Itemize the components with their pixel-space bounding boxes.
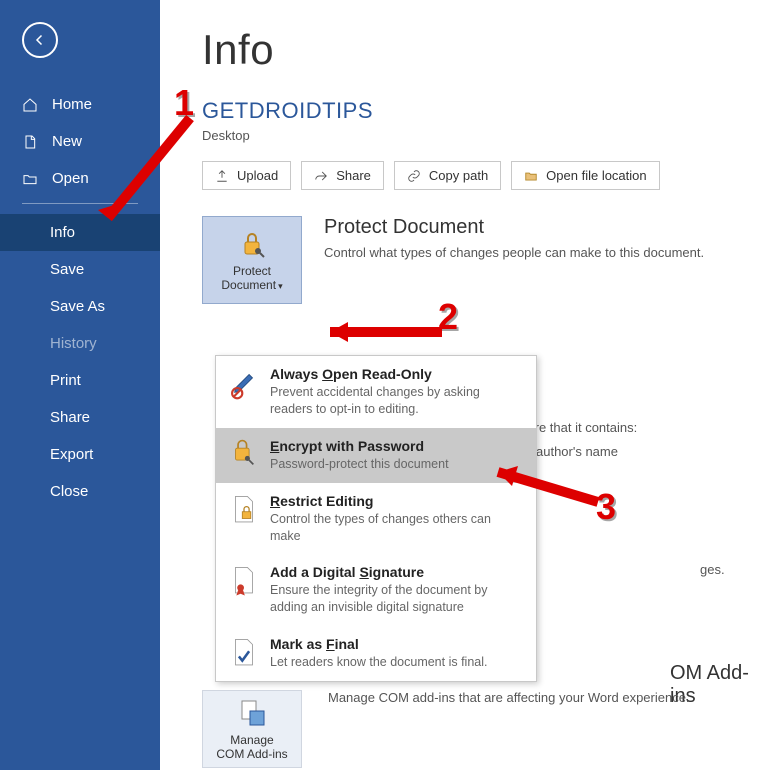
sidebar-item-print[interactable]: Print (0, 362, 160, 399)
sidebar-item-close[interactable]: Close (0, 473, 160, 510)
home-icon (22, 97, 38, 113)
manage-addins-section: ManageCOM Add-ins (202, 690, 302, 768)
protect-heading: Protect Document (324, 216, 704, 239)
text-fragment: ges. (700, 562, 725, 577)
menu-mark-as-final[interactable]: Mark as Final Let readers know the docum… (216, 626, 536, 681)
doc-lock-icon (230, 493, 258, 527)
addins-icon (236, 697, 268, 729)
menu-item-title: Encrypt with Password (270, 438, 449, 454)
menu-item-title: Always Open Read-Only (270, 366, 522, 382)
sidebar-item-label: Home (52, 96, 92, 113)
manage-com-addins-button[interactable]: ManageCOM Add-ins (202, 690, 302, 768)
pencil-no-icon (230, 366, 258, 400)
menu-item-desc: Control the types of changes others can … (270, 511, 522, 545)
menu-always-open-readonly[interactable]: Always Open Read-Only Prevent accidental… (216, 356, 536, 428)
protect-desc: Control what types of changes people can… (324, 243, 704, 263)
menu-item-title: Add a Digital Signature (270, 564, 522, 580)
sidebar-item-save[interactable]: Save (0, 251, 160, 288)
inspect-document-section-partial: ware that it contains: author's name (518, 418, 768, 459)
document-location: Desktop (202, 128, 738, 143)
sidebar-item-label: Open (52, 170, 89, 187)
menu-item-desc: Ensure the integrity of the document by … (270, 582, 522, 616)
sidebar-item-new[interactable]: New (0, 123, 160, 160)
document-icon (22, 134, 38, 150)
share-icon (314, 169, 328, 183)
info-toolbar: Upload Share Copy path Open file locatio… (202, 161, 738, 190)
menu-item-title: Restrict Editing (270, 493, 522, 509)
menu-item-desc: Password-protect this document (270, 456, 449, 473)
protect-document-dropdown: Always Open Read-Only Prevent accidental… (215, 355, 537, 682)
menu-restrict-editing[interactable]: Restrict Editing Control the types of ch… (216, 483, 536, 555)
menu-add-digital-signature[interactable]: Add a Digital Signature Ensure the integ… (216, 554, 536, 626)
folder-open-icon (22, 171, 38, 187)
upload-icon (215, 169, 229, 183)
sidebar-item-open[interactable]: Open (0, 160, 160, 197)
sidebar-item-export[interactable]: Export (0, 436, 160, 473)
page-title: Info (202, 26, 738, 74)
link-icon (407, 169, 421, 183)
back-button[interactable] (22, 22, 58, 58)
arrow-left-icon (31, 31, 49, 49)
upload-button[interactable]: Upload (202, 161, 291, 190)
lock-key-icon (230, 438, 258, 472)
protect-document-section: ProtectDocument▾ Protect Document Contro… (202, 216, 738, 304)
backstage-sidebar: Home New Open Info Save Save As History … (0, 0, 160, 770)
menu-item-desc: Let readers know the document is final. (270, 654, 487, 671)
menu-encrypt-with-password[interactable]: Encrypt with Password Password-protect t… (216, 428, 536, 483)
sidebar-item-history: History (0, 325, 160, 362)
addins-desc: Manage COM add-ins that are affecting yo… (328, 690, 690, 705)
folder-icon (524, 169, 538, 183)
menu-item-desc: Prevent accidental changes by asking rea… (270, 384, 522, 418)
menu-item-title: Mark as Final (270, 636, 487, 652)
copy-path-button[interactable]: Copy path (394, 161, 501, 190)
sidebar-item-share[interactable]: Share (0, 399, 160, 436)
sidebar-item-saveas[interactable]: Save As (0, 288, 160, 325)
doc-check-icon (230, 636, 258, 670)
protect-document-text: Protect Document Control what types of c… (324, 216, 704, 263)
share-button[interactable]: Share (301, 161, 384, 190)
document-title: GETDROIDTIPS (202, 98, 738, 124)
open-file-location-button[interactable]: Open file location (511, 161, 659, 190)
sidebar-item-home[interactable]: Home (0, 86, 160, 123)
sidebar-item-info[interactable]: Info (0, 214, 160, 251)
protect-document-button[interactable]: ProtectDocument▾ (202, 216, 302, 304)
doc-ribbon-icon (230, 564, 258, 598)
lock-key-icon (236, 228, 268, 260)
sidebar-item-label: New (52, 133, 82, 150)
sidebar-separator (22, 203, 138, 204)
